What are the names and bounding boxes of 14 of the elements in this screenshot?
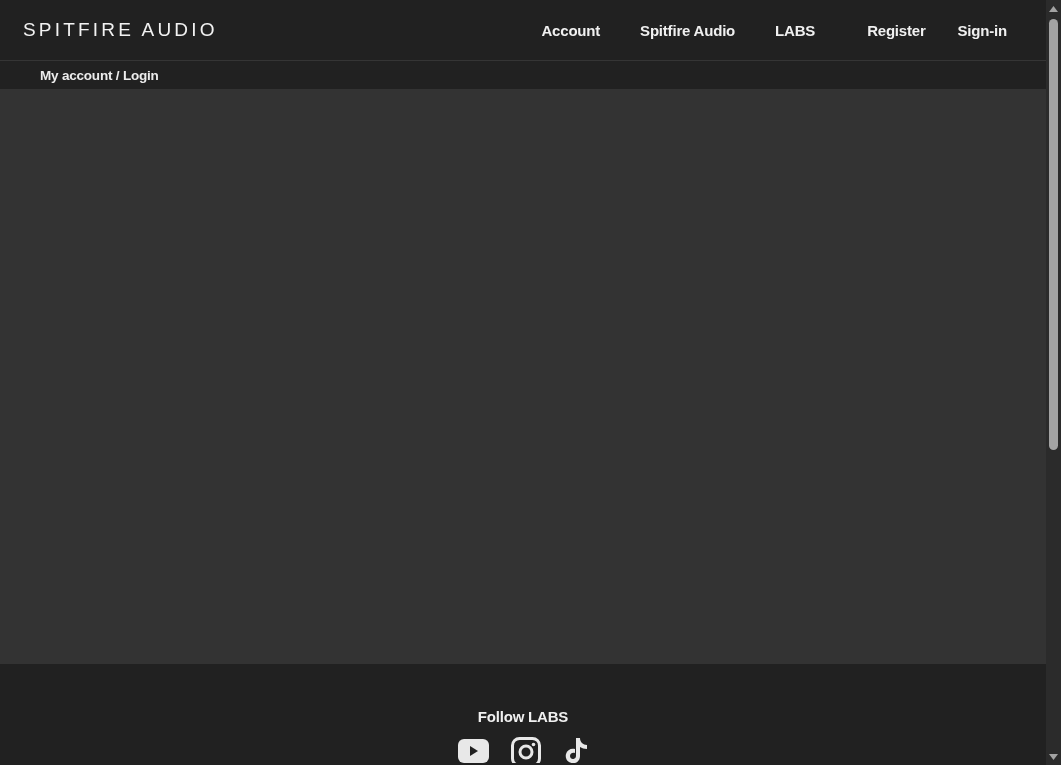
breadcrumb: My account / Login — [40, 67, 159, 83]
play-button-icon[interactable] — [457, 739, 489, 763]
scrollbar-thumb[interactable] — [1049, 19, 1058, 450]
arrow-down-icon[interactable] — [1049, 754, 1058, 760]
camera-icon[interactable] — [510, 737, 541, 763]
auth-link[interactable]: Register — [867, 21, 926, 39]
scrollbar[interactable] — [1046, 0, 1061, 765]
logo[interactable]: SPITFIRE AUDIO — [23, 19, 218, 41]
arrow-up-icon[interactable] — [1049, 6, 1058, 12]
nav-link[interactable]: Account — [541, 21, 601, 39]
nav-link[interactable]: LABS — [775, 21, 816, 39]
footer-heading: Follow LABS — [477, 708, 569, 725]
nav-link[interactable]: Spitfire Audio — [640, 21, 736, 39]
auth-link[interactable]: Sign-in — [957, 21, 1007, 39]
